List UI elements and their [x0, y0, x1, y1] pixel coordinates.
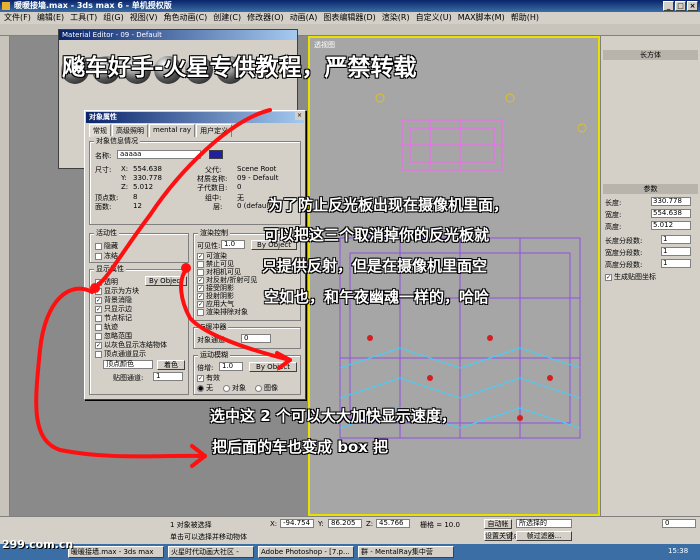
tutorial-note-line: 为了防止反光板出现在摄像机里面， [268, 196, 509, 214]
tutorial-note-line: 可以把这三个取消掉你的反光板就 [264, 226, 490, 244]
tutorial-note-line: 空如也，和午夜幽魂一样的，哈哈 [264, 288, 490, 306]
site-watermark: 299.com.cn [2, 538, 74, 551]
annotation-arrowhead [275, 351, 292, 370]
tutorial-tip-line: 把后面的车也变成 box 把 [212, 438, 389, 456]
tutorial-banner: 飚车好手-火星专供教程，严禁转载 [62, 55, 417, 81]
annotation-arrow [179, 268, 292, 362]
annotation-arrow [34, 286, 207, 459]
annotation-dot [90, 283, 100, 293]
annotation-arrow [96, 108, 272, 287]
tutorial-note-line: 只提供反射，但是在摄像机里面空 [262, 257, 488, 275]
tutorial-tip-line: 选中这 2 个可以大大加快显示速度， [210, 407, 456, 425]
annotation-dot [181, 263, 191, 273]
annotation-layer [34, 108, 292, 468]
